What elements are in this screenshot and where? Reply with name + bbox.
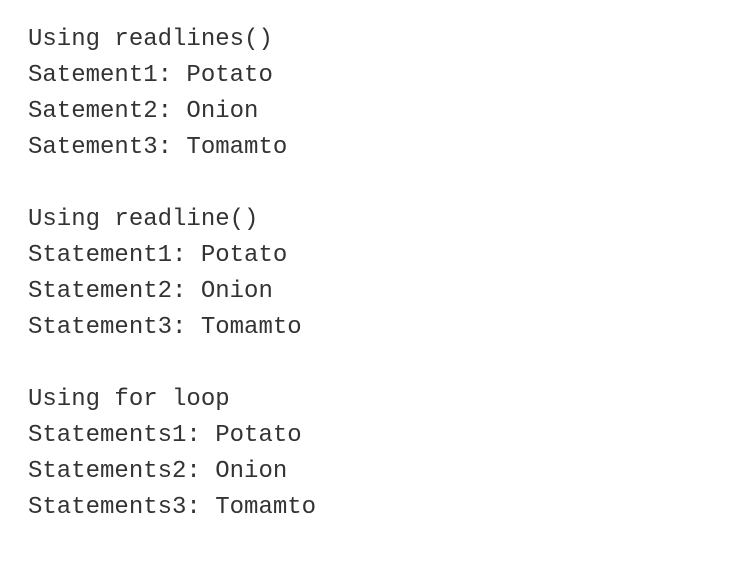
- block-header: Using readline(): [28, 202, 709, 238]
- output-line: Statement1: Potato: [28, 238, 709, 274]
- output-line: Satement2: Onion: [28, 94, 709, 130]
- output-line: Statements1: Potato: [28, 418, 709, 454]
- output-line: Satement1: Potato: [28, 58, 709, 94]
- output-block-readline: Using readline() Statement1: Potato Stat…: [28, 202, 709, 346]
- output-block-forloop: Using for loop Statements1: Potato State…: [28, 382, 709, 526]
- output-line: Statement3: Tomamto: [28, 310, 709, 346]
- output-block-readlines: Using readlines() Satement1: Potato Sate…: [28, 22, 709, 166]
- output-line: Satement3: Tomamto: [28, 130, 709, 166]
- output-line: Statements3: Tomamto: [28, 490, 709, 526]
- output-line: Statements2: Onion: [28, 454, 709, 490]
- output-line: Statement2: Onion: [28, 274, 709, 310]
- block-header: Using for loop: [28, 382, 709, 418]
- block-header: Using readlines(): [28, 22, 709, 58]
